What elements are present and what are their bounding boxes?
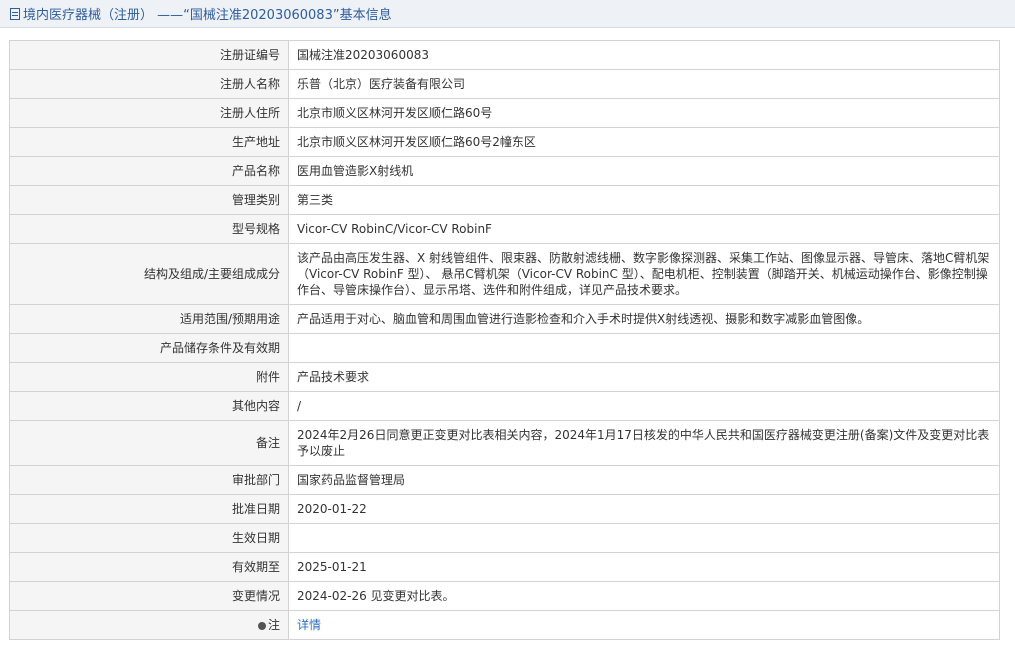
page-title: 境内医疗器械（注册） ——“国械注准20203060083”基本信息 (23, 8, 392, 23)
row-value: 2020-01-22 (288, 494, 1000, 524)
row-label: 产品储存条件及有效期 (9, 333, 289, 363)
info-dot-icon (257, 621, 266, 630)
row-label: 产品名称 (9, 156, 289, 186)
row-value: 产品技术要求 (288, 362, 1000, 392)
table-row: 适用范围/预期用途 产品适用于对心、脑血管和周围血管进行造影检查和介入手术时提供… (9, 304, 1000, 334)
row-value: 北京市顺义区林河开发区顺仁路60号 (288, 98, 1000, 128)
row-label: 型号规格 (9, 214, 289, 244)
details-link[interactable]: 详情 (297, 618, 321, 632)
row-value: 北京市顺义区林河开发区顺仁路60号2幢东区 (288, 127, 1000, 157)
table-row: 生效日期 (9, 523, 1000, 553)
info-table-container: 注册证编号 国械注准20203060083 注册人名称 乐普（北京）医疗装备有限… (9, 40, 1000, 640)
row-label: 管理类别 (9, 185, 289, 215)
table-row: 结构及组成/主要组成成分 该产品由高压发生器、X 射线管组件、限束器、防散射滤线… (9, 243, 1000, 305)
row-label: 审批部门 (9, 465, 289, 495)
row-label: 适用范围/预期用途 (9, 304, 289, 334)
row-value: / (288, 391, 1000, 421)
table-row: 审批部门 国家药品监督管理局 (9, 465, 1000, 495)
table-row: 变更情况 2024-02-26 见变更对比表。 (9, 581, 1000, 611)
row-label: 附件 (9, 362, 289, 392)
row-value: 医用血管造影X射线机 (288, 156, 1000, 186)
row-label: 有效期至 (9, 552, 289, 582)
row-label-note: 注 (9, 610, 289, 640)
row-value: 详情 (288, 610, 1000, 640)
table-row: 批准日期 2020-01-22 (9, 494, 1000, 524)
page-header: 境内医疗器械（注册） ——“国械注准20203060083”基本信息 (0, 0, 1015, 28)
row-label: 注册人名称 (9, 69, 289, 99)
row-value: 产品适用于对心、脑血管和周围血管进行造影检查和介入手术时提供X射线透视、摄影和数… (288, 304, 1000, 334)
info-table: 注册证编号 国械注准20203060083 注册人名称 乐普（北京）医疗装备有限… (9, 40, 1000, 640)
table-row: 附件 产品技术要求 (9, 362, 1000, 392)
row-value: Vicor-CV RobinC/Vicor-CV RobinF (288, 214, 1000, 244)
table-row: 有效期至 2025-01-21 (9, 552, 1000, 582)
table-row: 型号规格 Vicor-CV RobinC/Vicor-CV RobinF (9, 214, 1000, 244)
row-label: 备注 (9, 420, 289, 466)
document-icon (10, 7, 20, 20)
row-label: 注册证编号 (9, 40, 289, 70)
table-row: 注 详情 (9, 610, 1000, 640)
row-value: 国家药品监督管理局 (288, 465, 1000, 495)
row-value: 乐普（北京）医疗装备有限公司 (288, 69, 1000, 99)
table-row: 生产地址 北京市顺义区林河开发区顺仁路60号2幢东区 (9, 127, 1000, 157)
table-row: 注册人名称 乐普（北京）医疗装备有限公司 (9, 69, 1000, 99)
row-value: 该产品由高压发生器、X 射线管组件、限束器、防散射滤线栅、数字影像探测器、采集工… (288, 243, 1000, 305)
table-row: 管理类别 第三类 (9, 185, 1000, 215)
table-row: 注册人住所 北京市顺义区林河开发区顺仁路60号 (9, 98, 1000, 128)
row-value (288, 333, 1000, 363)
table-row: 产品储存条件及有效期 (9, 333, 1000, 363)
row-value: 2025-01-21 (288, 552, 1000, 582)
table-row: 其他内容 / (9, 391, 1000, 421)
row-value: 国械注准20203060083 (288, 40, 1000, 70)
row-label: 结构及组成/主要组成成分 (9, 243, 289, 305)
note-label: 注 (267, 618, 280, 632)
row-label: 其他内容 (9, 391, 289, 421)
table-row: 产品名称 医用血管造影X射线机 (9, 156, 1000, 186)
row-label: 批准日期 (9, 494, 289, 524)
row-label: 注册人住所 (9, 98, 289, 128)
row-value (288, 523, 1000, 553)
row-value: 第三类 (288, 185, 1000, 215)
row-value: 2024年2月26日同意更正变更对比表相关内容，2024年1月17日核发的中华人… (288, 420, 1000, 466)
row-label: 生产地址 (9, 127, 289, 157)
table-row: 注册证编号 国械注准20203060083 (9, 40, 1000, 70)
row-label: 生效日期 (9, 523, 289, 553)
row-label: 变更情况 (9, 581, 289, 611)
row-value: 2024-02-26 见变更对比表。 (288, 581, 1000, 611)
table-row: 备注 2024年2月26日同意更正变更对比表相关内容，2024年1月17日核发的… (9, 420, 1000, 466)
